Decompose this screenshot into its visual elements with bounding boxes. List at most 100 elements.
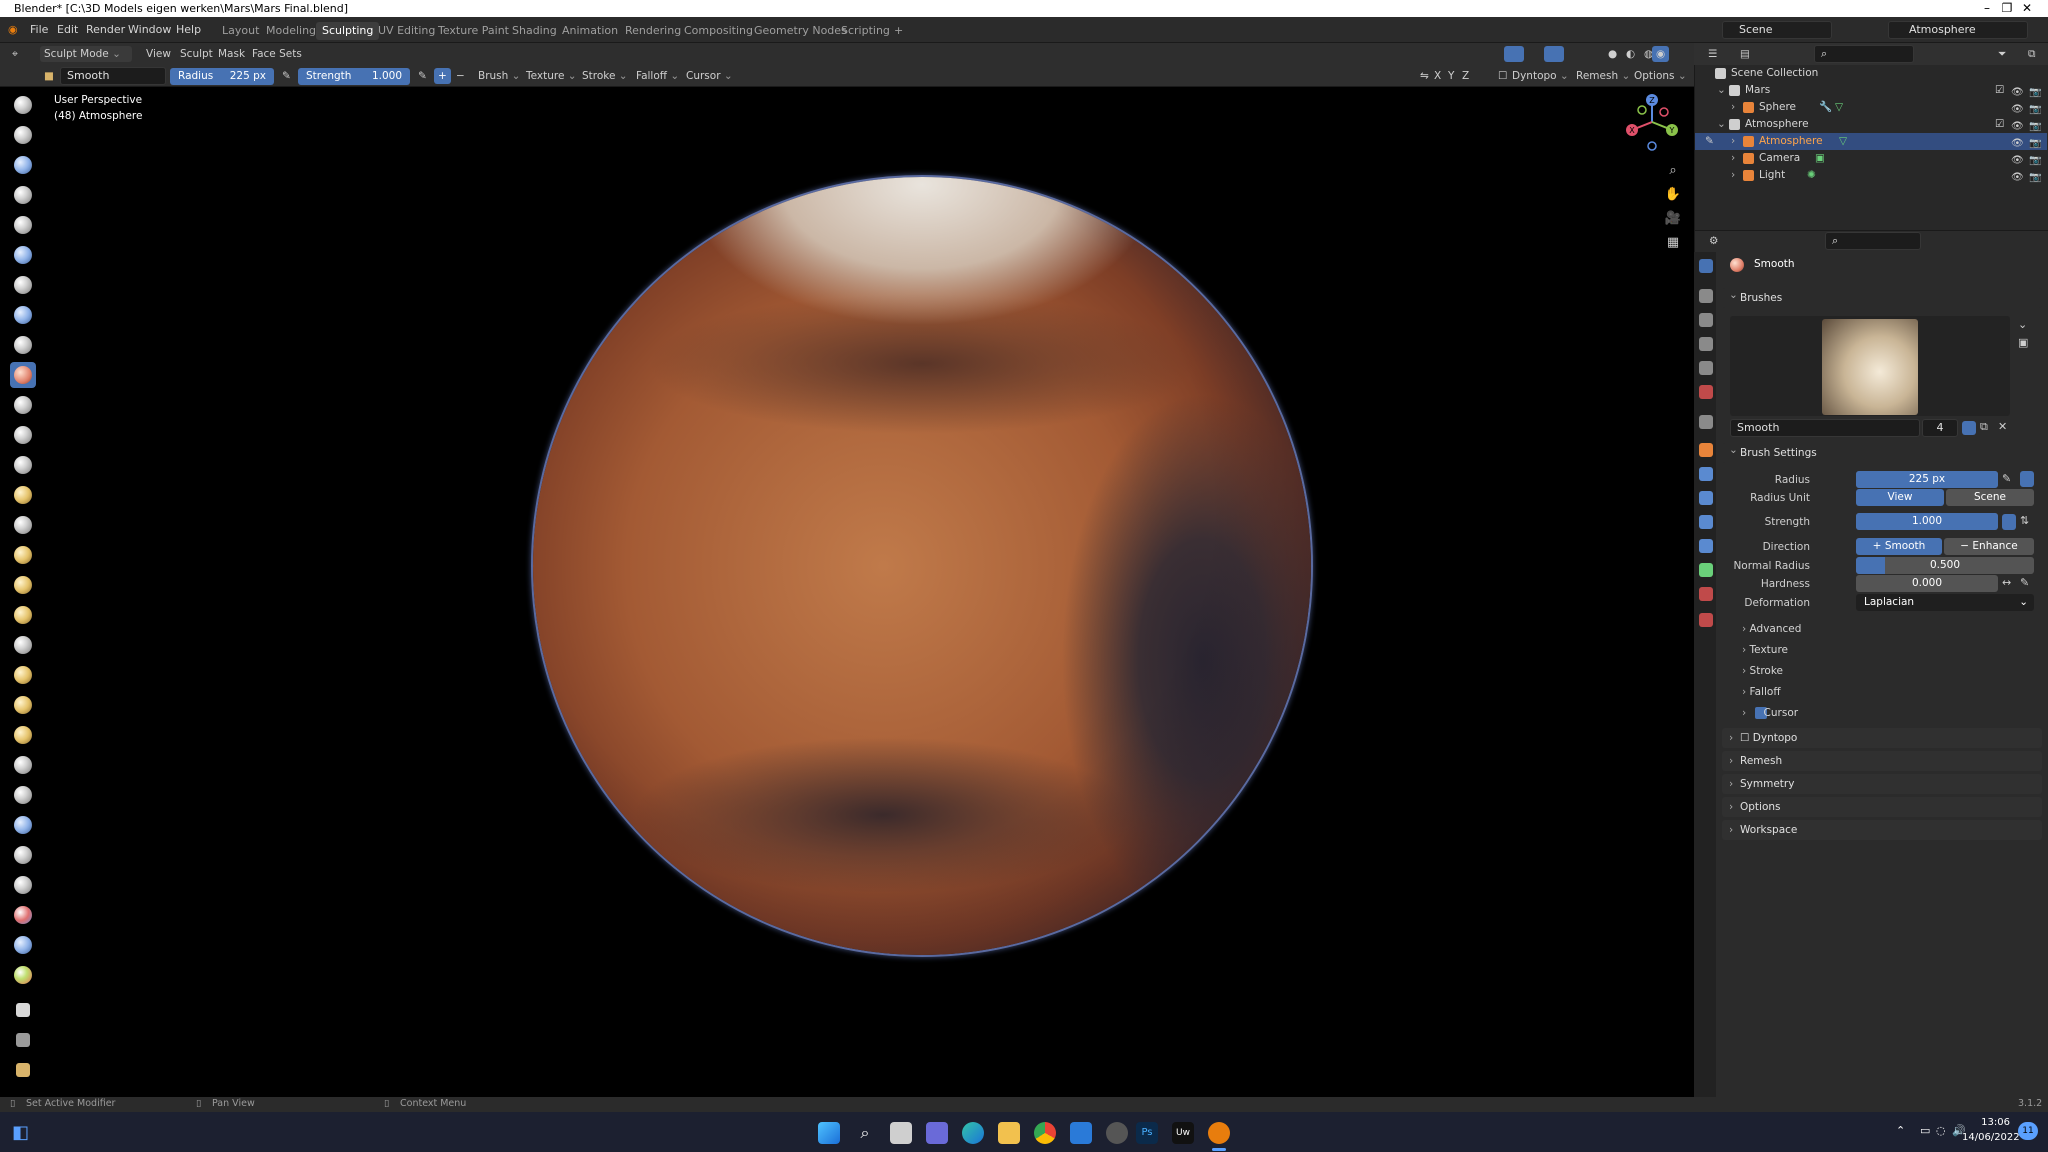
camera-view-icon[interactable]: 🎥	[1661, 208, 1685, 230]
tool-box-face-set[interactable]	[10, 1057, 36, 1083]
tool-crease[interactable]	[10, 332, 36, 358]
brush-menu[interactable]: Brush	[474, 68, 524, 84]
xray-toggle[interactable]	[1544, 46, 1564, 62]
brush-users-count[interactable]: 4	[1922, 419, 1958, 437]
expand-chevron-icon[interactable]: ›	[1731, 133, 1735, 150]
subsection-stroke[interactable]: Stroke	[1742, 665, 1783, 677]
radius-unit-scene[interactable]: Scene	[1946, 489, 2034, 506]
view-layer-selector[interactable]: Atmosphere	[1888, 21, 2028, 39]
section-options[interactable]: Options	[1722, 797, 2042, 817]
tab-shading[interactable]: Shading	[506, 22, 563, 40]
network-icon[interactable]: ◌	[1936, 1124, 1946, 1137]
strength-prop-slider[interactable]: 1.000	[1856, 513, 1998, 530]
unlink-brush-icon[interactable]: ✕	[1998, 420, 2007, 433]
tool-elastic-deform[interactable]	[10, 572, 36, 598]
tab-animation[interactable]: Animation	[556, 22, 624, 40]
display-icon[interactable]: ▭	[1920, 1124, 1930, 1137]
tool-cloth[interactable]	[10, 812, 36, 838]
tool-grab[interactable]	[10, 542, 36, 568]
blender-taskbar-icon[interactable]	[1208, 1122, 1230, 1144]
tool-paint[interactable]	[10, 962, 36, 988]
outliner-row-scene-collection[interactable]: Scene Collection	[1695, 65, 2047, 82]
falloff-menu[interactable]: Falloff	[632, 68, 683, 84]
pan-hand-icon[interactable]: ✋	[1661, 184, 1685, 206]
hardness-pressure-icon[interactable]: ✎	[2020, 576, 2029, 589]
tool-box-mask[interactable]	[10, 997, 36, 1023]
tab-compositing[interactable]: Compositing	[678, 22, 759, 40]
tab-view-layer-icon[interactable]	[1699, 337, 1713, 351]
hardness-invert-icon[interactable]: ↔	[2002, 576, 2011, 589]
blender-logo-icon[interactable]: ◉	[8, 23, 18, 36]
brush-datablock-name[interactable]: Smooth	[1730, 419, 1920, 437]
windows-start-icon[interactable]	[818, 1122, 840, 1144]
shading-material-icon[interactable]: ◐	[1622, 46, 1639, 62]
strength-slider[interactable]: Strength 1.000	[298, 68, 410, 85]
chevron-up-icon[interactable]: ⌃	[1896, 1124, 1905, 1137]
deformation-select[interactable]: Laplacian ⌄	[1856, 594, 2034, 611]
remesh-menu[interactable]: Remesh	[1572, 68, 1634, 84]
photoshop-icon[interactable]: Ps	[1136, 1122, 1158, 1144]
widgets-icon[interactable]: ◧	[12, 1122, 34, 1144]
radius-unit-view[interactable]: View	[1856, 489, 1944, 506]
cursor-menu[interactable]: Cursor	[682, 68, 737, 84]
add-workspace-button[interactable]: +	[888, 22, 909, 40]
brush-menu-icon[interactable]: ▣	[2018, 336, 2028, 349]
mirror-z-toggle[interactable]: Z	[1458, 68, 1473, 84]
outliner-row-sphere[interactable]: › Sphere 🔧 ▽ 👁 📷	[1695, 99, 2047, 116]
chrome-icon[interactable]	[1034, 1122, 1056, 1144]
section-brush-settings[interactable]: Brush Settings	[1722, 440, 2042, 463]
outliner-row-atmosphere-object[interactable]: ✎ › Atmosphere ▽ 👁 📷	[1695, 133, 2047, 150]
tab-tool-icon[interactable]	[1699, 259, 1713, 273]
tab-render-icon[interactable]	[1699, 289, 1713, 303]
dyntopo-menu[interactable]: Dyntopo	[1508, 68, 1573, 84]
tool-clay-strips[interactable]	[10, 182, 36, 208]
display-mode-icon[interactable]: ▤	[1736, 46, 1754, 62]
expand-chevron-icon[interactable]: ›	[1731, 150, 1735, 167]
radius-pressure-icon[interactable]: ✎	[278, 68, 295, 84]
task-view-icon[interactable]	[890, 1122, 912, 1144]
menu-render[interactable]: Render	[86, 23, 125, 36]
tab-texture-icon[interactable]	[1699, 613, 1713, 627]
collection-checkbox[interactable]: ☑	[1995, 116, 2004, 133]
clock-time[interactable]: 13:06	[1966, 1117, 2010, 1128]
menu-mask[interactable]: Mask	[214, 46, 249, 62]
tab-uv-editing[interactable]: UV Editing	[372, 22, 441, 40]
tool-nudge[interactable]	[10, 692, 36, 718]
properties-search-input[interactable]: ⌕	[1825, 232, 1921, 250]
section-remesh[interactable]: Remesh	[1722, 751, 2042, 771]
tool-inflate[interactable]	[10, 272, 36, 298]
tool-clay[interactable]	[10, 152, 36, 178]
navigation-gizmo[interactable]: Z X Y	[1620, 90, 1684, 154]
tool-multiplane-scrape[interactable]	[10, 482, 36, 508]
tool-layer[interactable]	[10, 242, 36, 268]
overlay-toggle[interactable]	[1504, 46, 1524, 62]
tool-draw[interactable]	[10, 92, 36, 118]
tool-slide-relax[interactable]	[10, 752, 36, 778]
tool-scrape[interactable]	[10, 452, 36, 478]
subsection-advanced[interactable]: Advanced	[1742, 623, 1802, 635]
brush-thumbnail[interactable]	[1822, 319, 1918, 415]
tool-blob[interactable]	[10, 302, 36, 328]
tool-box-hide[interactable]	[10, 1027, 36, 1053]
notification-badge[interactable]: 11	[2018, 1122, 2038, 1140]
menu-face-sets[interactable]: Face Sets	[248, 46, 306, 62]
edge-browser-icon[interactable]	[962, 1122, 984, 1144]
direction-subtract-button[interactable]: −	[452, 68, 469, 84]
tool-rotate[interactable]	[10, 722, 36, 748]
clock-date[interactable]: 14/06/2022	[1962, 1132, 2020, 1143]
tool-fill[interactable]	[10, 422, 36, 448]
tool-snake-hook[interactable]	[10, 602, 36, 628]
strength-pressure-toggle[interactable]	[2002, 514, 2016, 530]
menu-edit[interactable]: Edit	[57, 23, 78, 36]
texture-menu[interactable]: Texture	[522, 68, 581, 84]
file-explorer-icon[interactable]	[998, 1122, 1020, 1144]
outliner-editor-icon[interactable]: ☰	[1704, 46, 1721, 62]
dyntopo-checkbox-icon[interactable]: ☐	[1740, 732, 1753, 744]
mode-selector[interactable]: Sculpt Mode	[40, 46, 132, 62]
tool-pose[interactable]	[10, 662, 36, 688]
filter-icon[interactable]: ⏷	[1994, 46, 2010, 62]
direction-smooth-button[interactable]: + Smooth	[1856, 538, 1942, 555]
menu-view[interactable]: View	[142, 46, 175, 62]
tab-sculpting[interactable]: Sculpting	[316, 22, 380, 40]
unreal-icon[interactable]: Uw	[1172, 1122, 1194, 1144]
